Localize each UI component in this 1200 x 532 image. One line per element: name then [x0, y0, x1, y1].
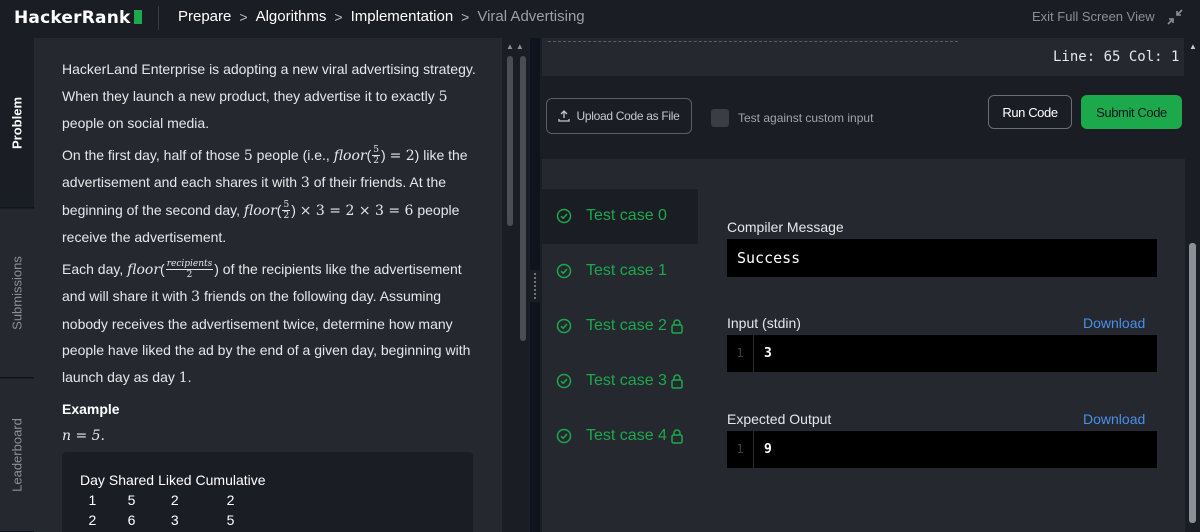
check-circle-icon — [556, 318, 572, 334]
expected-output-label: Expected Output — [727, 411, 832, 427]
input-box: 1 3 — [727, 335, 1157, 372]
upload-icon — [558, 110, 571, 122]
lock-icon — [671, 429, 683, 444]
custom-input-checkbox[interactable] — [711, 109, 729, 127]
scroll-up-icon[interactable]: ▲ — [1189, 42, 1197, 51]
check-circle-icon — [556, 208, 572, 224]
scroll-arrows-icon[interactable]: ▲▲ — [506, 42, 526, 51]
expected-output-box: 1 9 — [727, 431, 1157, 468]
breadcrumb-implementation[interactable]: Implementation — [351, 8, 454, 25]
chevron-right-icon: > — [461, 8, 470, 25]
example-title: Example — [62, 401, 120, 417]
breadcrumb-algorithms[interactable]: Algorithms — [256, 8, 327, 25]
exit-fullscreen-link[interactable]: Exit Full Screen View — [1032, 9, 1155, 24]
tab-submissions[interactable]: Submissions — [0, 209, 34, 378]
example-table-box: Day Shared Liked Cumulative 1 5 2 2 2 6 … — [62, 452, 473, 532]
side-tabs: Problem Submissions Leaderboard — [0, 38, 34, 532]
input-label: Input (stdin) — [727, 315, 801, 331]
line-number: 1 — [727, 431, 754, 468]
resize-handle[interactable] — [530, 270, 540, 302]
right-scrollbar[interactable]: ▲ — [1185, 38, 1200, 532]
example-n: n = 5. — [62, 427, 106, 444]
line-col-indicator: Line: 65 Col: 1 — [1053, 49, 1180, 65]
chevron-right-icon: > — [239, 8, 248, 25]
top-bar: HackerRank Prepare > Algorithms > Implem… — [0, 0, 1200, 38]
submit-code-button[interactable]: Submit Code — [1081, 95, 1182, 129]
logo-square-icon — [133, 10, 142, 24]
scroll-thumb[interactable] — [507, 56, 513, 226]
test-case-3[interactable]: Test case 3 — [542, 354, 698, 409]
problem-statement: HackerLand Enterprise is adopting a new … — [62, 56, 482, 449]
custom-input-label[interactable]: Test against custom input — [738, 111, 873, 125]
line-number: 1 — [727, 335, 754, 372]
check-circle-icon — [556, 373, 572, 389]
breadcrumb-current: Viral Advertising — [477, 8, 585, 25]
hackerrank-logo[interactable]: HackerRank — [14, 8, 142, 28]
lock-icon — [671, 319, 683, 334]
compiler-message-label: Compiler Message — [727, 219, 844, 235]
lock-icon — [671, 374, 683, 389]
test-case-2[interactable]: Test case 2 — [542, 299, 698, 354]
tab-leaderboard[interactable]: Leaderboard — [0, 379, 34, 532]
table-row: 1 5 2 2 — [88, 492, 235, 508]
table-header: Day Shared Liked Cumulative — [80, 472, 266, 488]
chevron-right-icon: > — [334, 8, 343, 25]
collapse-icon[interactable] — [1166, 8, 1184, 26]
compiler-message: Success — [727, 239, 1157, 277]
input-value: 3 — [764, 346, 772, 361]
scroll-thumb[interactable] — [520, 56, 526, 341]
run-code-button[interactable]: Run Code — [988, 95, 1072, 129]
editor-line-decoration — [548, 38, 958, 42]
problem-paragraph-1: HackerLand Enterprise is adopting a new … — [62, 61, 476, 131]
problem-panel: HackerLand Enterprise is adopting a new … — [34, 38, 502, 532]
table-row: 2 6 3 5 — [88, 512, 235, 528]
divider — [158, 6, 159, 30]
test-case-4[interactable]: Test case 4 — [542, 409, 698, 464]
test-case-1[interactable]: Test case 1 — [542, 244, 698, 299]
check-circle-icon — [556, 428, 572, 444]
problem-scrollbar[interactable]: ▲▲ — [502, 38, 530, 532]
breadcrumb: Prepare > Algorithms > Implementation > … — [178, 8, 585, 25]
upload-code-button[interactable]: Upload Code as File — [546, 98, 692, 134]
example-table: Day Shared Liked Cumulative 1 5 2 2 2 6 … — [80, 470, 270, 530]
problem-paragraph-2: On the first day, half of those 5 people… — [62, 145, 468, 245]
tab-problem[interactable]: Problem — [0, 38, 34, 208]
scroll-thumb[interactable] — [1189, 243, 1196, 523]
download-input-link[interactable]: Download — [1083, 315, 1145, 331]
breadcrumb-prepare[interactable]: Prepare — [178, 8, 231, 25]
check-circle-icon — [556, 263, 572, 279]
download-expected-link[interactable]: Download — [1083, 411, 1145, 427]
problem-paragraph-3: Each day, floor(recipients 2) of the reci… — [62, 259, 471, 386]
expected-value: 9 — [764, 442, 772, 457]
test-case-0[interactable]: Test case 0 — [542, 189, 698, 244]
